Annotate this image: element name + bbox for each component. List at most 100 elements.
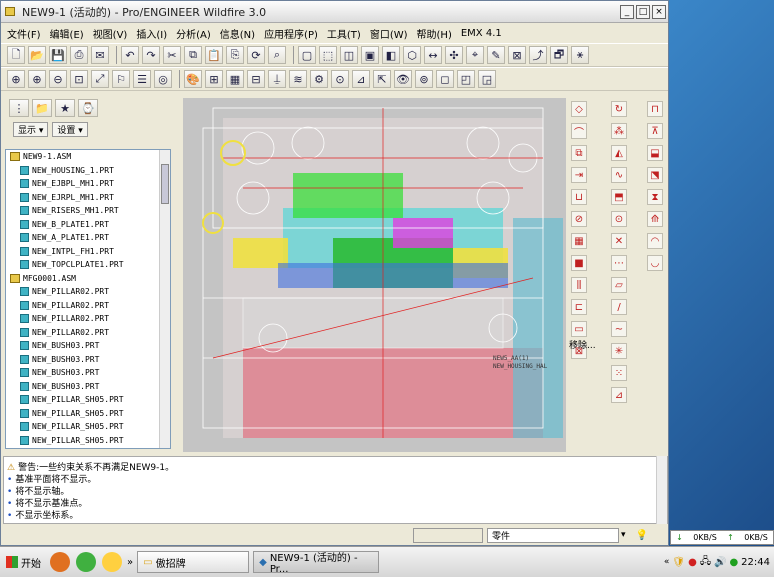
workpiece-icon[interactable]: ⬓ <box>647 145 663 161</box>
image-icon[interactable]: ▦ <box>226 70 244 88</box>
pattern-icon[interactable]: ⁂ <box>611 123 627 139</box>
copy-surface-icon[interactable]: ⧉ <box>571 145 587 161</box>
tree-row[interactable]: MFG0001.ASM <box>6 272 170 286</box>
minimize-button[interactable]: _ <box>620 4 634 19</box>
mold-model-view[interactable]: NEW5_AA(1) NEW_HOUSING_HAL <box>183 98 566 452</box>
offset-icon[interactable]: ⊏ <box>571 299 587 315</box>
taskbar-folder-task[interactable]: ▭ 傲招牌 <box>137 551 250 573</box>
open-file-icon[interactable]: 📂 <box>28 46 46 64</box>
mirror-icon[interactable]: ◭ <box>611 145 627 161</box>
thicken-icon[interactable]: ▭ <box>571 321 587 337</box>
print-icon[interactable]: ⎙ <box>70 46 88 64</box>
volume-icon[interactable]: 🔊 <box>714 557 726 568</box>
sketch-curve-icon[interactable]: ∼ <box>611 321 627 337</box>
trim-icon[interactable]: ⊘ <box>571 211 587 227</box>
curve-icon[interactable]: ⤴ <box>529 46 547 64</box>
model-tree-icon[interactable]: ⊞ <box>205 70 223 88</box>
undo-icon[interactable]: ↶ <box>121 46 139 64</box>
menu-file[interactable]: 文件(F) <box>7 26 41 41</box>
ejector-pin-icon[interactable]: ⍊ <box>268 70 286 88</box>
coordinate-system-icon[interactable]: ⌖ <box>466 46 484 64</box>
favorites-tab-icon[interactable]: ★ <box>55 99 75 117</box>
show-dropdown[interactable]: 显示 ▾ <box>13 121 49 137</box>
lifter-icon[interactable]: ⇱ <box>373 70 391 88</box>
regenerate-icon[interactable]: ⟳ <box>247 46 265 64</box>
box-icon[interactable]: ▢ <box>298 46 316 64</box>
redo-icon[interactable]: ↷ <box>142 46 160 64</box>
menu-applications[interactable]: 应用程序(P) <box>264 26 318 41</box>
extract-icon[interactable]: ⟰ <box>647 211 663 227</box>
menu-insert[interactable]: 插入(I) <box>136 26 167 41</box>
shrinkage-icon[interactable]: ⊼ <box>647 123 663 139</box>
merge-icon[interactable]: ⊔ <box>571 189 587 205</box>
runner-icon[interactable]: ◠ <box>647 233 663 249</box>
tree-row[interactable]: NEW_PILLAR02.PRT <box>6 299 170 313</box>
datum-point-icon[interactable]: ✣ <box>445 46 463 64</box>
zoom-in-icon[interactable]: ⊕ <box>28 70 46 88</box>
tree-row[interactable]: NEW9-1.ASM <box>6 150 170 164</box>
tree-scroll-thumb[interactable] <box>161 164 169 204</box>
email-icon[interactable]: ✉ <box>91 46 109 64</box>
slider-icon[interactable]: ⊿ <box>352 70 370 88</box>
parting-surface-icon[interactable]: ⬔ <box>647 167 663 183</box>
extrude-icon[interactable]: ⬒ <box>611 189 627 205</box>
volume-split-icon[interactable]: ⧗ <box>647 189 663 205</box>
graphics-area[interactable]: NEW5_AA(1) NEW_HOUSING_HAL <box>183 98 566 452</box>
security-icon[interactable]: 🛡 <box>672 557 685 568</box>
hidden-line-icon[interactable]: ◫ <box>340 46 358 64</box>
datum-axis-icon[interactable]: ↔ <box>424 46 442 64</box>
reorient-icon[interactable]: ⤢ <box>91 70 109 88</box>
layers-icon[interactable]: ☰ <box>133 70 151 88</box>
window-icon[interactable]: 🗗 <box>550 46 568 64</box>
datum-axis-tool-icon[interactable]: ⋯ <box>611 255 627 271</box>
select-icon[interactable]: ◇ <box>571 101 587 117</box>
tree-row[interactable]: NEW_BUSH03.PRT <box>6 366 170 380</box>
datum-curve-icon[interactable]: / <box>611 299 627 315</box>
visibility-icon[interactable]: 👁 <box>394 70 412 88</box>
find-icon[interactable]: ⌕ <box>268 46 286 64</box>
spin-center-icon[interactable]: ⊕ <box>7 70 25 88</box>
status-tray-icon[interactable]: ● <box>729 557 738 568</box>
lightbulb-icon[interactable]: 💡 <box>636 530 648 541</box>
mold-base-icon[interactable]: ⊟ <box>247 70 265 88</box>
tray-expand-icon[interactable]: « <box>664 557 670 567</box>
annotation-icon[interactable]: ⊠ <box>508 46 526 64</box>
tree-row[interactable]: NEW_INTPL_FH1.PRT <box>6 245 170 259</box>
cut-icon[interactable]: ✂ <box>163 46 181 64</box>
tree-row[interactable]: NEW_HOUSING_1.PRT <box>6 164 170 178</box>
datum-plane-tool-icon[interactable]: ▱ <box>611 277 627 293</box>
colors-icon[interactable]: 🎨 <box>184 70 202 88</box>
tree-row[interactable]: NEW_BUSH03.PRT <box>6 339 170 353</box>
tree-row[interactable]: NEW_A_PLATE1.PRT <box>6 231 170 245</box>
tree-row[interactable]: NEW_BUSH03.PRT <box>6 353 170 367</box>
sketch-icon[interactable]: ✎ <box>487 46 505 64</box>
saved-views-icon[interactable]: ⚐ <box>112 70 130 88</box>
copy-icon[interactable]: ⧉ <box>184 46 202 64</box>
settings-dropdown[interactable]: 设置 ▾ <box>52 121 88 137</box>
filter-dropdown-arrow[interactable]: ▾ <box>621 530 626 540</box>
network-tray-icon[interactable]: 🖧 <box>700 554 711 571</box>
menu-help[interactable]: 帮助(H) <box>417 26 452 41</box>
paste-icon[interactable]: 📋 <box>205 46 223 64</box>
taskbar-app-task[interactable]: ◆ NEW9-1 (活动的) - Pr... <box>253 551 380 575</box>
message-scrollbar[interactable] <box>656 456 667 524</box>
rotate-icon[interactable]: ↻ <box>611 101 627 117</box>
start-button[interactable]: 开始 <box>0 550 47 574</box>
media-player-icon[interactable] <box>50 552 70 572</box>
antivirus-icon[interactable]: ● <box>688 557 697 568</box>
tree-scrollbar[interactable] <box>159 150 170 448</box>
datum-plane-icon[interactable]: ⬡ <box>403 46 421 64</box>
menu-edit[interactable]: 编辑(E) <box>50 26 84 41</box>
tree-row[interactable]: NEW_PILLAR02.PRT <box>6 312 170 326</box>
tree-row[interactable]: NEW_EJBPL_MH1.PRT <box>6 177 170 191</box>
component-icon[interactable]: ◻ <box>436 70 454 88</box>
tree-row[interactable]: NEW_BUSH03.PRT <box>6 380 170 394</box>
split-icon[interactable]: ⫼ <box>571 277 587 293</box>
history-tab-icon[interactable]: ⌚ <box>78 99 98 117</box>
new-file-icon[interactable]: 🗋 <box>7 46 25 64</box>
point-array-icon[interactable]: ⁙ <box>611 365 627 381</box>
tree-row[interactable]: NEW_PILLAR_SH05.PRT <box>6 393 170 407</box>
water-line-icon[interactable]: ◡ <box>647 255 663 271</box>
tree-row[interactable]: NEW_EJRPL_MH1.PRT <box>6 191 170 205</box>
tree-row[interactable]: NEW_PILLAR02.PRT <box>6 326 170 340</box>
